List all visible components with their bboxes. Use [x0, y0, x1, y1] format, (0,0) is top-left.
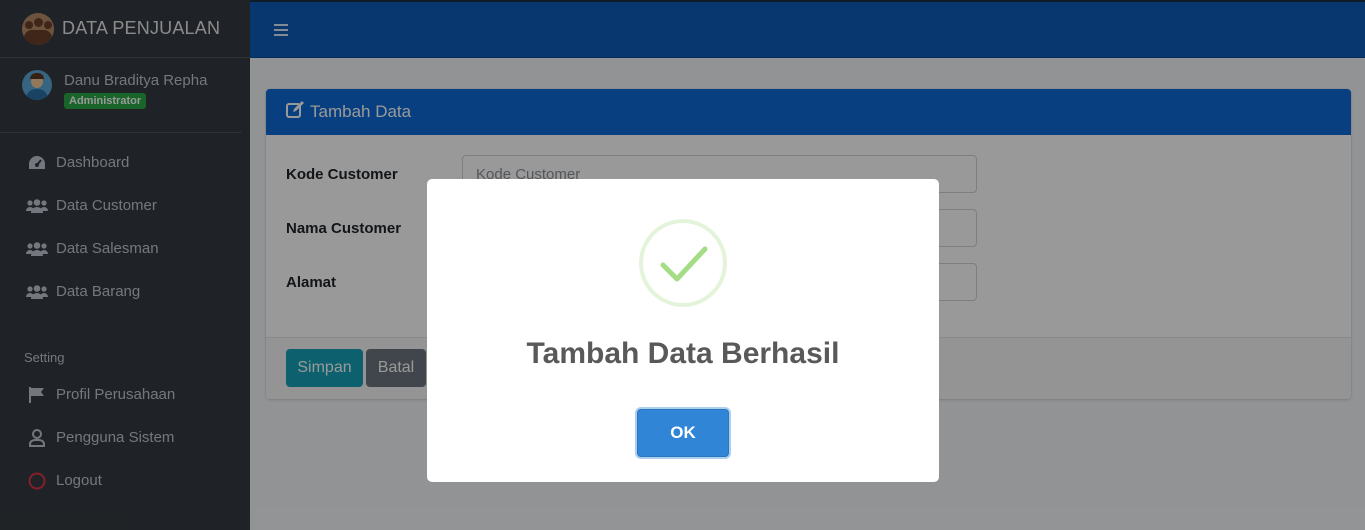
success-dialog: Tambah Data Berhasil OK: [427, 179, 939, 482]
dialog-title: Tambah Data Berhasil: [526, 337, 840, 370]
ok-button[interactable]: OK: [637, 409, 729, 457]
success-check-icon: [639, 219, 727, 307]
